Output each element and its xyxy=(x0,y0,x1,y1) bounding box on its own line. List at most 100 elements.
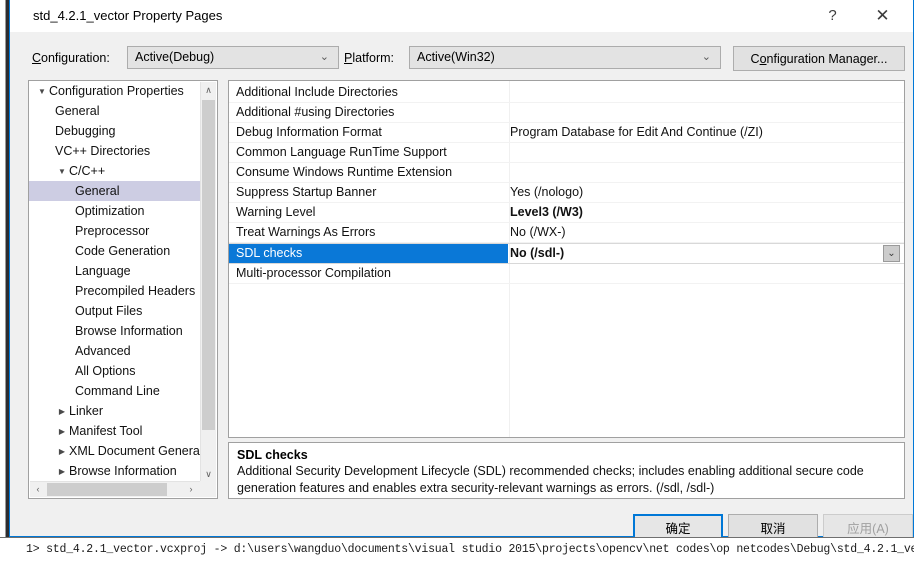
property-pages-dialog: std_4.2.1_vector Property Pages ? ✕ Conf… xyxy=(9,0,914,541)
tree-hscroll-thumb[interactable] xyxy=(47,483,167,496)
chevron-down-icon: ⌄ xyxy=(319,51,329,63)
property-row[interactable]: SDL checks No (/sdl-) ⌄ xyxy=(229,243,904,264)
property-name: Multi-processor Compilation xyxy=(236,266,391,280)
dialog-titlebar: std_4.2.1_vector Property Pages ? ✕ xyxy=(10,0,913,32)
tree-item-xml-document-generator[interactable]: ▶ XML Document Generator xyxy=(29,441,201,461)
configuration-label: Configuration: xyxy=(32,51,110,65)
property-row[interactable]: Debug Information Format Program Database… xyxy=(229,123,904,143)
output-line: 1> std_4.2.1_vector.vcxproj -> d:\users\… xyxy=(26,543,914,556)
tree-item-command-line[interactable]: Command Line xyxy=(29,381,201,401)
tree-item-label: Linker xyxy=(69,404,104,418)
tree-item-label: General xyxy=(55,104,100,118)
dialog-title: std_4.2.1_vector Property Pages xyxy=(33,8,223,23)
scroll-left-icon[interactable]: ‹ xyxy=(30,482,46,497)
tree-item-manifest-tool[interactable]: ▶ Manifest Tool xyxy=(29,421,201,441)
expand-collapse-right-icon[interactable]: ▶ xyxy=(55,402,69,421)
tree-item-language[interactable]: Language xyxy=(29,261,201,281)
tree-item-label: Code Generation xyxy=(75,244,171,258)
property-row[interactable]: Consume Windows Runtime Extension xyxy=(229,163,904,183)
tree-item-c-c[interactable]: ▼ C/C++ xyxy=(29,161,201,181)
tree-item-label: C/C++ xyxy=(69,164,106,178)
property-row[interactable]: Additional Include Directories xyxy=(229,83,904,103)
tree-item-label: Language xyxy=(75,264,131,278)
property-value[interactable]: Program Database for Edit And Continue (… xyxy=(510,123,902,142)
property-name: Treat Warnings As Errors xyxy=(236,225,376,239)
tree-item-label: VC++ Directories xyxy=(55,144,151,158)
tree-item-all-options[interactable]: All Options xyxy=(29,361,201,381)
tree-item-optimization[interactable]: Optimization xyxy=(29,201,201,221)
property-name: Debug Information Format xyxy=(236,125,382,139)
tree-item-general[interactable]: General xyxy=(29,181,201,201)
expand-collapse-down-icon[interactable]: ▼ xyxy=(55,162,69,181)
property-row[interactable]: Multi-processor Compilation xyxy=(229,264,904,284)
tree-item-label: Advanced xyxy=(75,344,131,358)
tree-item-label: Preprocessor xyxy=(75,224,150,238)
tree-item-label: Manifest Tool xyxy=(69,424,143,438)
tree-item-browse-information[interactable]: Browse Information xyxy=(29,321,201,341)
tree-item-vc-directories[interactable]: VC++ Directories xyxy=(29,141,201,161)
property-name: Suppress Startup Banner xyxy=(236,185,377,199)
tree-item-label: Browse Information xyxy=(69,464,177,478)
property-row[interactable]: Warning Level Level3 (/W3) xyxy=(229,203,904,223)
property-grid[interactable]: Additional Include Directories Additional… xyxy=(228,80,905,438)
property-value[interactable]: Yes (/nologo) xyxy=(510,183,902,202)
tree-item-precompiled-headers[interactable]: Precompiled Headers xyxy=(29,281,201,301)
property-name: Additional Include Directories xyxy=(236,85,398,99)
expand-collapse-right-icon[interactable]: ▶ xyxy=(55,422,69,441)
help-icon[interactable]: ? xyxy=(810,0,855,31)
property-name: Common Language RunTime Support xyxy=(236,145,447,159)
platform-label: Platform: xyxy=(344,51,395,65)
tree-item-label: Optimization xyxy=(75,204,145,218)
tree-item-general[interactable]: General xyxy=(29,101,201,121)
output-window[interactable]: 1> std_4.2.1_vector.vcxproj -> d:\users\… xyxy=(0,537,914,561)
configuration-tree[interactable]: ▼ Configuration Properties General Debuggin… xyxy=(28,80,218,499)
property-name: Consume Windows Runtime Extension xyxy=(236,165,453,179)
tree-item-debugging[interactable]: Debugging xyxy=(29,121,201,141)
tree-item-configuration-properties[interactable]: ▼ Configuration Properties xyxy=(29,81,201,101)
property-name: SDL checks xyxy=(229,244,508,263)
expand-collapse-right-icon[interactable]: ▶ xyxy=(55,442,69,461)
tree-item-label: All Options xyxy=(75,364,136,378)
tree-item-label: General xyxy=(75,184,120,198)
configuration-combo[interactable]: Active(Debug) ⌄ xyxy=(127,46,339,69)
expand-collapse-down-icon[interactable]: ▼ xyxy=(35,82,49,101)
close-icon[interactable]: ✕ xyxy=(860,0,905,31)
scroll-down-icon[interactable]: ∨ xyxy=(201,466,216,482)
tree-item-label: Browse Information xyxy=(75,324,183,338)
description-body: Additional Security Development Lifecycl… xyxy=(237,464,864,495)
property-grid-rows: Additional Include Directories Additional… xyxy=(229,83,904,284)
property-value[interactable]: No (/sdl-) xyxy=(510,244,902,263)
tree-item-output-files[interactable]: Output Files xyxy=(29,301,201,321)
property-row[interactable]: Suppress Startup Banner Yes (/nologo) xyxy=(229,183,904,203)
tree-horizontal-scrollbar[interactable]: ‹ › xyxy=(30,481,216,497)
panel-splitter[interactable] xyxy=(219,80,227,499)
value-dropdown-icon[interactable]: ⌄ xyxy=(883,245,900,262)
description-panel: SDL checks Additional Security Developme… xyxy=(228,442,905,499)
scroll-up-icon[interactable]: ∧ xyxy=(201,82,216,98)
tree-item-code-generation[interactable]: Code Generation xyxy=(29,241,201,261)
property-name: Warning Level xyxy=(236,205,316,219)
property-value[interactable]: No (/WX-) xyxy=(510,223,902,242)
scrollbar-corner xyxy=(200,481,216,497)
tree-item-preprocessor[interactable]: Preprocessor xyxy=(29,221,201,241)
configuration-tree-items: ▼ Configuration Properties General Debuggin… xyxy=(29,81,201,480)
tree-item-label: Debugging xyxy=(55,124,116,138)
expand-collapse-right-icon[interactable]: ▶ xyxy=(55,462,69,480)
tree-item-label: Output Files xyxy=(75,304,143,318)
property-row[interactable]: Common Language RunTime Support xyxy=(229,143,904,163)
tree-vscroll-thumb[interactable] xyxy=(202,100,215,430)
property-row[interactable]: Additional #using Directories xyxy=(229,103,904,123)
platform-combo-value: Active(Win32) xyxy=(417,50,495,64)
tree-item-advanced[interactable]: Advanced xyxy=(29,341,201,361)
chevron-down-icon: ⌄ xyxy=(701,51,711,63)
description-title: SDL checks xyxy=(237,448,308,462)
property-value[interactable]: Level3 (/W3) xyxy=(510,203,902,222)
configuration-manager-button[interactable]: Configuration Manager... xyxy=(733,46,905,71)
property-row[interactable]: Treat Warnings As Errors No (/WX-) xyxy=(229,223,904,243)
scroll-right-icon[interactable]: › xyxy=(183,482,199,497)
tree-item-linker[interactable]: ▶ Linker xyxy=(29,401,201,421)
tree-item-browse-information[interactable]: ▶ Browse Information xyxy=(29,461,201,480)
platform-combo[interactable]: Active(Win32) ⌄ xyxy=(409,46,721,69)
tree-item-label: XML Document Generator xyxy=(69,444,201,458)
tree-vertical-scrollbar[interactable]: ∧ ∨ xyxy=(200,82,216,482)
